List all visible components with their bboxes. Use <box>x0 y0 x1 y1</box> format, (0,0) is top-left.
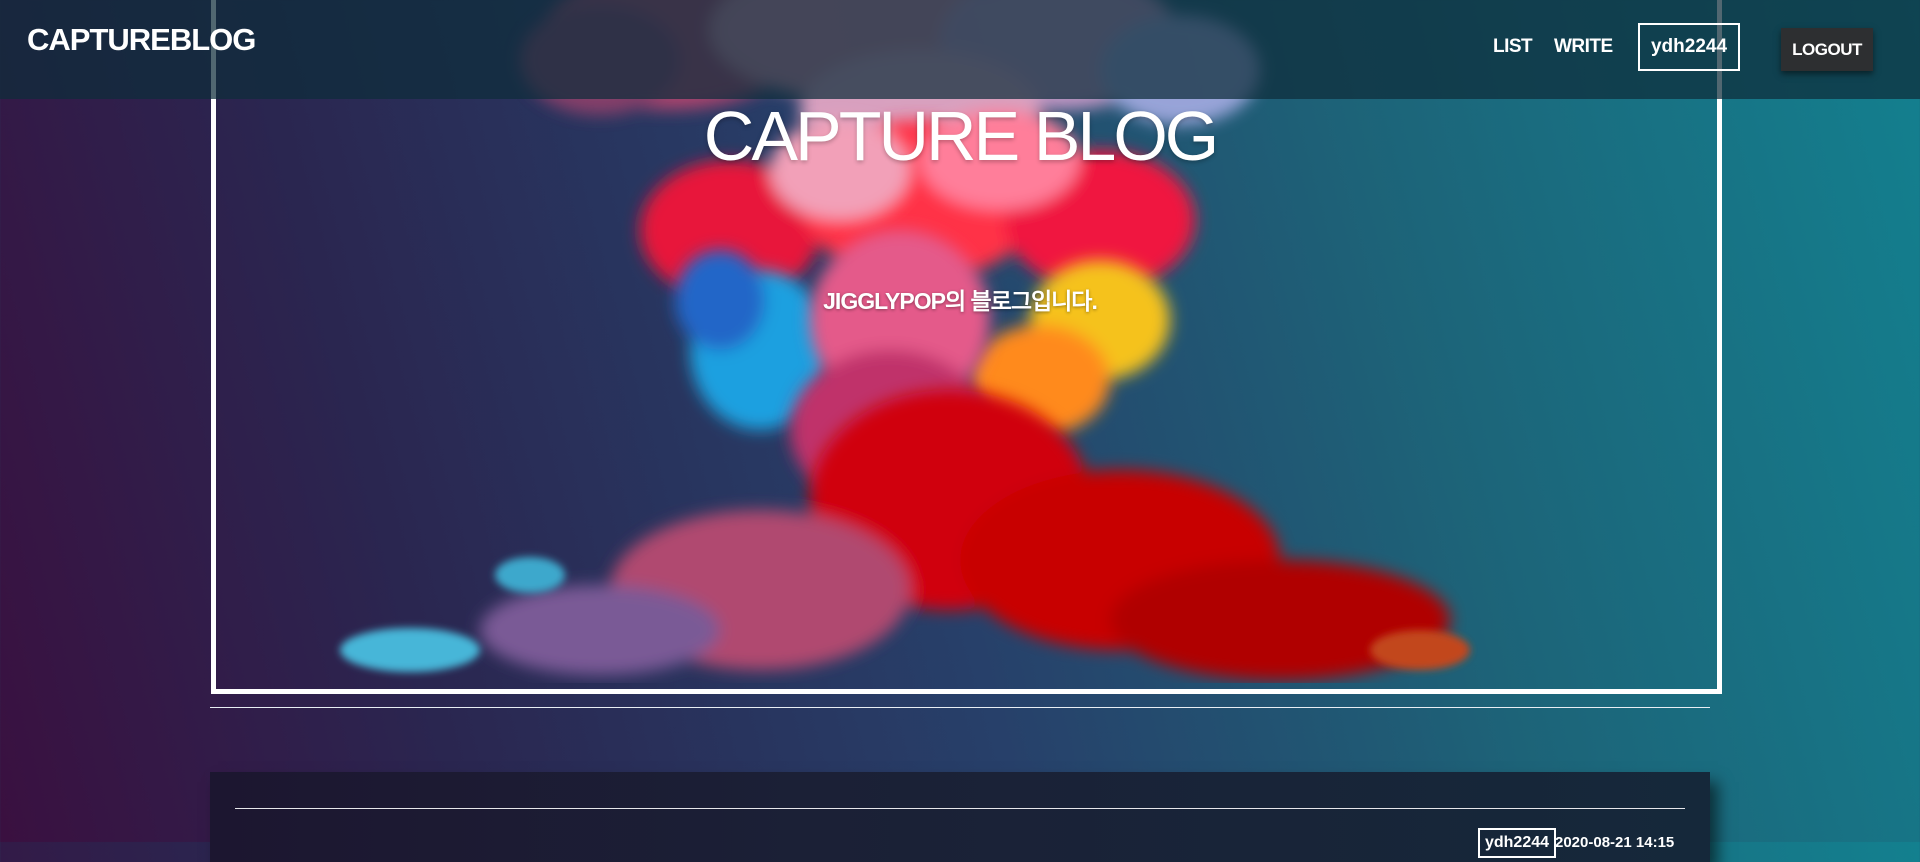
user-profile-button[interactable]: ydh2244 <box>1638 23 1740 71</box>
hero-title: CAPTURE BLOG <box>703 97 1219 175</box>
post-date: 2020-08-21 14:15 <box>1555 834 1675 851</box>
nav-list-link[interactable]: LIST <box>1493 36 1533 58</box>
hero-subtitle: JIGGLYPOP의 블로그입니다. <box>823 288 1098 314</box>
brand-logo[interactable]: CAPTUREBLOG <box>27 22 256 58</box>
section-divider <box>210 707 1710 708</box>
post-author-badge[interactable]: ydh2244 <box>1478 828 1556 858</box>
top-navbar: CAPTUREBLOG LIST WRITE ydh2244 LOGOUT <box>0 0 1920 99</box>
post-card[interactable]: ydh2244 2020-08-21 14:15 <box>210 772 1710 862</box>
nav-write-link[interactable]: WRITE <box>1554 36 1613 58</box>
post-divider <box>235 808 1685 809</box>
logout-button[interactable]: LOGOUT <box>1781 28 1873 71</box>
